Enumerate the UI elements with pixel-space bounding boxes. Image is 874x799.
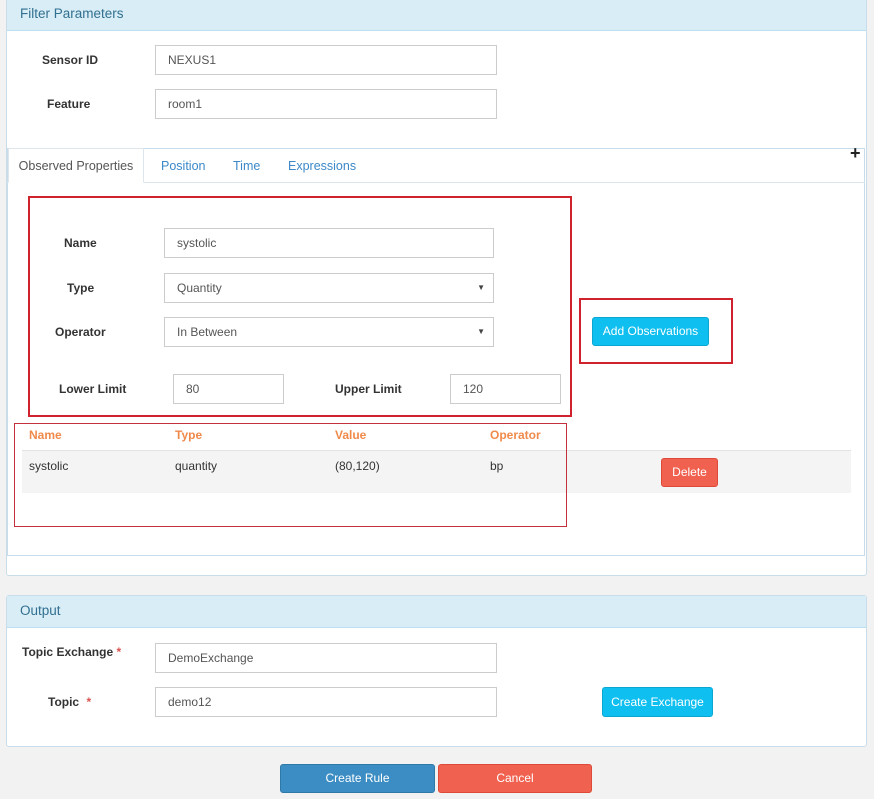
- delete-button[interactable]: Delete: [661, 458, 718, 487]
- required-marker: *: [116, 645, 122, 659]
- upper-limit-label: Upper Limit: [335, 382, 402, 396]
- observations-table-highlight: [14, 423, 567, 527]
- topic-exchange-input[interactable]: DemoExchange: [155, 643, 497, 673]
- topic-label-text: Topic: [48, 695, 80, 709]
- output-heading: Output: [7, 596, 866, 628]
- topic-exchange-label: Topic Exchange *: [22, 645, 121, 659]
- tab-position[interactable]: Position: [161, 150, 205, 182]
- topic-exchange-label-text: Topic Exchange: [22, 645, 114, 659]
- operator-select[interactable]: In Between ▼: [164, 317, 494, 347]
- required-marker: *: [86, 695, 92, 709]
- operator-label: Operator: [55, 325, 106, 339]
- tab-expressions[interactable]: Expressions: [288, 150, 356, 182]
- type-select-value: Quantity: [177, 281, 222, 295]
- tab-observed-properties[interactable]: Observed Properties: [8, 148, 144, 183]
- cancel-button[interactable]: Cancel: [438, 764, 592, 793]
- lower-limit-input[interactable]: 80: [173, 374, 284, 404]
- filter-parameters-heading: Filter Parameters: [7, 0, 866, 31]
- feature-label: Feature: [47, 97, 91, 111]
- topic-input[interactable]: demo12: [155, 687, 497, 717]
- type-label: Type: [67, 281, 95, 295]
- name-input[interactable]: systolic: [164, 228, 494, 258]
- lower-limit-label: Lower Limit: [59, 382, 127, 396]
- feature-input[interactable]: room1: [155, 89, 497, 119]
- tab-time[interactable]: Time: [233, 150, 260, 182]
- plus-icon[interactable]: +: [850, 143, 861, 164]
- sensor-id-label: Sensor ID: [42, 53, 99, 67]
- upper-limit-input[interactable]: 120: [450, 374, 561, 404]
- sensor-id-input[interactable]: NEXUS1: [155, 45, 497, 75]
- create-exchange-button[interactable]: Create Exchange: [602, 687, 713, 717]
- add-observations-button[interactable]: Add Observations: [592, 317, 709, 346]
- chevron-down-icon: ▼: [477, 327, 485, 336]
- name-label: Name: [64, 236, 97, 250]
- chevron-down-icon: ▼: [477, 283, 485, 292]
- operator-select-value: In Between: [177, 325, 238, 339]
- topic-label: Topic *: [48, 695, 91, 709]
- type-select[interactable]: Quantity ▼: [164, 273, 494, 303]
- create-rule-button[interactable]: Create Rule: [280, 764, 435, 793]
- tab-observed-properties-label: Observed Properties: [18, 159, 134, 173]
